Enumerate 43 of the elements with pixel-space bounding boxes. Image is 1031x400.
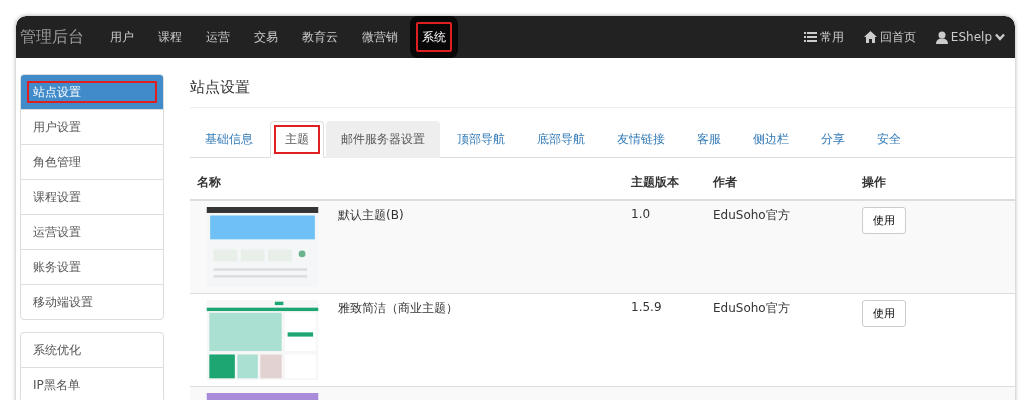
- list-icon: [803, 31, 817, 43]
- sidebar-item[interactable]: 运营设置: [21, 214, 163, 249]
- theme-name: 默认主题(B): [338, 207, 404, 224]
- sidebar-item[interactable]: 移动端设置: [21, 284, 163, 319]
- sidebar-item[interactable]: 系统优化: [21, 333, 163, 367]
- nav-link[interactable]: 系统: [410, 16, 458, 58]
- tab[interactable]: 底部导航: [522, 121, 600, 158]
- tab[interactable]: 基础信息: [190, 121, 268, 158]
- tab[interactable]: 邮件服务器设置: [326, 121, 440, 158]
- tab[interactable]: 安全: [862, 121, 916, 158]
- tab[interactable]: 客服: [682, 121, 736, 158]
- user-icon: [935, 30, 948, 44]
- use-button[interactable]: 使用: [862, 300, 906, 327]
- tab[interactable]: 主题: [270, 121, 324, 158]
- theme-version: 1.5.9: [631, 300, 662, 314]
- home-icon: [863, 31, 877, 43]
- sidebar-item[interactable]: 课程设置: [21, 179, 163, 214]
- theme-name: 雅致简洁（商业主题）: [338, 300, 458, 317]
- page-title: 站点设置: [190, 78, 1015, 108]
- use-button[interactable]: 使用: [862, 207, 906, 234]
- tab[interactable]: 分享: [806, 121, 860, 158]
- theme-version: 1.0: [631, 207, 651, 221]
- user-menu[interactable]: EShelp: [925, 30, 1015, 44]
- nav-link[interactable]: 回首页: [853, 28, 926, 46]
- theme-author: EduSoho官方: [713, 208, 790, 222]
- nav-link[interactable]: 用户: [98, 16, 146, 58]
- tab[interactable]: 顶部导航: [442, 121, 520, 158]
- theme-author: EduSoho官方: [713, 301, 790, 315]
- sidebar-item[interactable]: 账务设置: [21, 249, 163, 284]
- tab[interactable]: 友情链接: [602, 121, 680, 158]
- nav-link[interactable]: 交易: [242, 16, 290, 58]
- tab[interactable]: 侧边栏: [738, 121, 804, 158]
- chevron-down-icon: [995, 33, 1005, 41]
- nav-link[interactable]: 微营销: [350, 16, 410, 58]
- sidebar-item[interactable]: IP黑名单: [21, 367, 163, 400]
- nav-link[interactable]: 课程: [146, 16, 194, 58]
- sidebar-item[interactable]: 用户设置: [21, 109, 163, 144]
- nav-link[interactable]: 教育云: [290, 16, 350, 58]
- nav-link[interactable]: 常用: [793, 28, 854, 46]
- brand-title[interactable]: 管理后台: [16, 26, 98, 48]
- sidebar-item[interactable]: 角色管理: [21, 144, 163, 179]
- nav-link[interactable]: 运营: [194, 16, 242, 58]
- sidebar-item[interactable]: 站点设置: [21, 75, 163, 109]
